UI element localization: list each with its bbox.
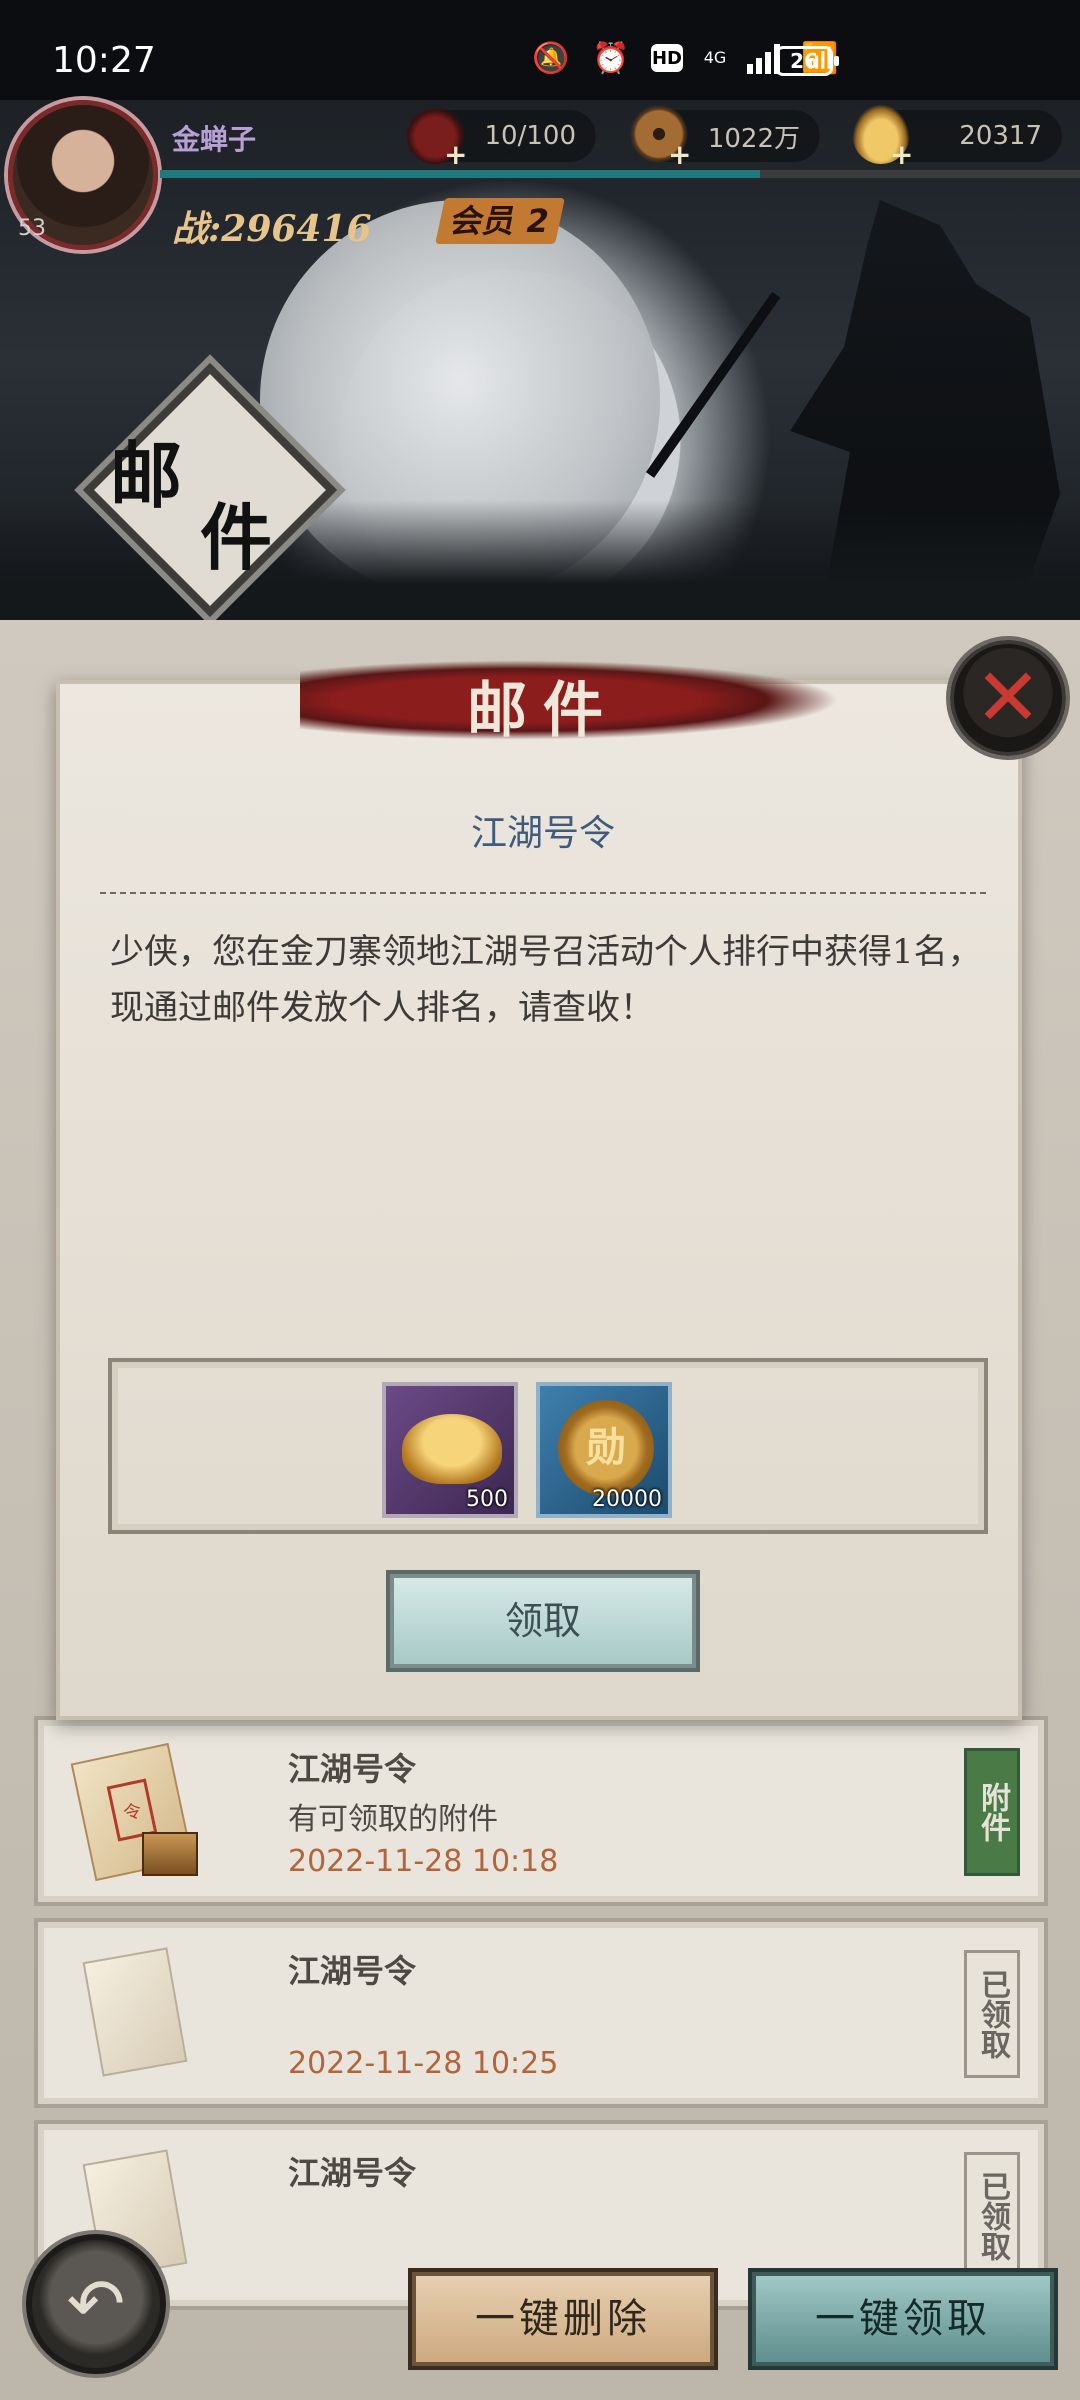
attachment-item-gold[interactable]: 500	[382, 1382, 518, 1518]
letter-icon	[82, 1947, 188, 2077]
delete-all-button[interactable]: 一键删除	[412, 2272, 714, 2366]
sword-art	[645, 291, 781, 478]
status-bar: 10:27 🔕 ⏰ HD 4G 📶 26	[0, 0, 1080, 100]
resource-stamina[interactable]: + 10/100	[406, 104, 596, 171]
mail-icon	[82, 1944, 202, 2084]
mail-icon: 令	[70, 1742, 202, 1882]
close-button[interactable]: ✕	[950, 640, 1066, 756]
resource-value: 1022万	[707, 123, 800, 154]
back-button[interactable]: ↶	[26, 2234, 166, 2374]
attachment-tag: 附件	[964, 1748, 1020, 1876]
merit-coin-icon: 勋	[558, 1400, 654, 1496]
page-title-char: 件	[200, 495, 273, 580]
page-title: 邮 件	[110, 440, 330, 574]
dialog-title: 邮件	[467, 676, 619, 746]
attachment-box: 500 勋 20000	[108, 1358, 988, 1534]
exp-bar-fill	[160, 170, 760, 178]
resource-value: 10/100	[484, 121, 576, 151]
list-item[interactable]: 令 江湖号令 有可领取的附件 2022-11-28 10:18 附件	[34, 1716, 1048, 1906]
bell-muted-icon: 🔕	[532, 40, 570, 76]
mail-date: 2022-11-28 10:25	[288, 2046, 559, 2081]
item-quantity: 500	[466, 1487, 508, 1512]
player-level: 53	[18, 216, 46, 241]
item-quantity: 20000	[592, 1487, 662, 1512]
alarm-icon: ⏰	[592, 40, 630, 76]
mail-title: 江湖号令	[288, 1750, 417, 1788]
resource-value: 20317	[959, 121, 1042, 151]
combat-power: 战:296416	[172, 208, 372, 250]
claim-all-button[interactable]: 一键领取	[752, 2272, 1054, 2366]
claimed-tag: 已领取	[964, 2152, 1020, 2280]
plus-icon[interactable]: +	[668, 138, 691, 171]
mail-date: 2022-11-28 10:18	[288, 1844, 559, 1879]
mail-title: 江湖号令	[288, 1952, 417, 1990]
plus-icon[interactable]: +	[444, 138, 467, 171]
battery-indicator: 26	[775, 46, 839, 76]
gold-ingot-icon	[402, 1414, 502, 1484]
plus-icon[interactable]: +	[890, 138, 913, 171]
close-icon: ✕	[974, 651, 1042, 744]
attachment-item-merit[interactable]: 勋 20000	[536, 1382, 672, 1518]
vip-badge[interactable]: 会员 2	[435, 198, 565, 244]
treasure-box-icon	[142, 1832, 198, 1876]
network-type: 4G	[703, 48, 727, 67]
hd-icon: HD	[651, 44, 683, 72]
divider	[100, 892, 986, 894]
mail-subtitle: 有可领取的附件	[288, 1802, 498, 1837]
mail-subject: 江湖号令	[470, 813, 615, 854]
list-item[interactable]: 江湖号令 2022-11-28 10:25 已领取	[34, 1918, 1048, 2108]
claimed-tag: 已领取	[964, 1950, 1020, 2078]
back-arrow-icon: ↶	[66, 2263, 126, 2345]
resource-copper[interactable]: + 1022万	[630, 104, 820, 171]
mail-title: 江湖号令	[288, 2154, 417, 2192]
resource-gold[interactable]: + 20317	[852, 104, 1062, 171]
mail-dialog: 邮件 江湖号令 少侠，您在金刀寨领地江湖号召活动个人排行中获得1名，现通过邮件发…	[56, 660, 1022, 1720]
player-name: 金蝉子	[172, 123, 257, 156]
claim-button[interactable]: 领取	[390, 1574, 696, 1668]
status-time: 10:27	[52, 40, 156, 81]
mail-body: 少侠，您在金刀寨领地江湖号召活动个人排行中获得1名，现通过邮件发放个人排名，请查…	[110, 932, 982, 1028]
